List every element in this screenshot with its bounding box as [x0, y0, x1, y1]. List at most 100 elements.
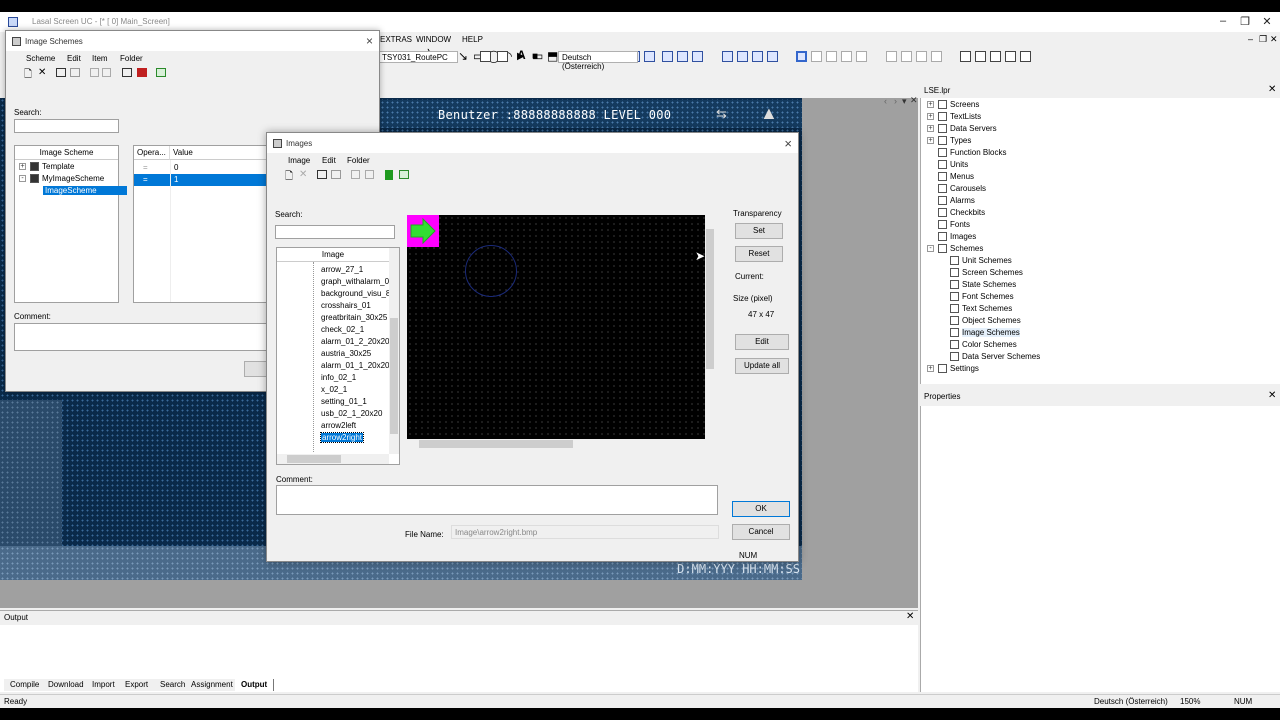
col-value[interactable]: Value — [170, 146, 274, 160]
image-list-item[interactable]: alarm_01_1_20x20 — [321, 361, 390, 373]
bring-front-icon[interactable] — [722, 51, 733, 62]
unlock-group-icon[interactable] — [856, 51, 867, 62]
output-tab-assignment[interactable]: Assignment — [185, 679, 240, 691]
images-list-vthumb[interactable] — [390, 318, 398, 434]
preview-vthumb[interactable] — [706, 229, 714, 369]
mdi-restore-icon[interactable]: ❐ — [1259, 34, 1267, 45]
image-list-item[interactable]: info_02_1 — [321, 373, 356, 385]
images-list-vscroll[interactable] — [389, 248, 399, 454]
same-height-icon[interactable] — [975, 51, 986, 62]
forward-icon[interactable] — [752, 51, 763, 62]
tree-expander-icon[interactable]: + — [927, 365, 934, 373]
same-width-icon[interactable] — [960, 51, 971, 62]
backward-icon[interactable] — [767, 51, 778, 62]
run-icon[interactable]: ▶ — [517, 51, 525, 62]
table-row[interactable]: = 1 — [134, 174, 272, 186]
image-list-item[interactable]: check_02_1 — [321, 325, 364, 337]
same-size-icon[interactable] — [990, 51, 1001, 62]
image-list-item[interactable]: alarm_01_2_20x20 — [321, 337, 390, 349]
images-menu-image[interactable]: Image — [288, 156, 310, 165]
image-list-item[interactable]: greatbritain_30x25 — [321, 313, 387, 325]
scheme-remove-icon[interactable] — [137, 68, 147, 77]
scheme-copy-icon[interactable] — [90, 68, 99, 77]
tree-expander-icon[interactable]: - — [927, 245, 934, 253]
output-tab-export[interactable]: Export — [119, 679, 156, 691]
preview-hscroll[interactable] — [407, 439, 705, 449]
nav-dropdown-icon[interactable]: ▾ — [902, 96, 907, 107]
tree-item-image-schemes[interactable]: Image Schemes — [939, 328, 1020, 340]
images-cancel-button[interactable]: Cancel — [732, 524, 790, 540]
image-edit-button[interactable]: Edit — [735, 334, 789, 350]
align-middle-icon[interactable] — [677, 51, 688, 62]
editor-close-icon[interactable]: ✕ — [910, 95, 918, 106]
images-list-hscroll[interactable] — [277, 454, 389, 464]
project-tree[interactable]: + Screens + TextLists + Data Servers + Types Fun… — [920, 98, 1280, 384]
tree-item-settings[interactable]: + Settings — [927, 364, 979, 376]
scheme-menu-scheme[interactable]: Scheme — [26, 54, 55, 63]
tree-item-unit-schemes[interactable]: Unit Schemes — [939, 256, 1012, 268]
output-panel[interactable]: Output ✕ Compile Download Import Export Sear… — [0, 610, 918, 692]
preview-hthumb[interactable] — [419, 440, 573, 448]
project-tree-tab[interactable]: LSE.lpr — [924, 86, 950, 95]
align-bottom-icon[interactable] — [692, 51, 703, 62]
distribute-v-icon[interactable] — [901, 51, 912, 62]
images-title-bar[interactable]: Images × — [267, 133, 798, 153]
scheme-add-folder-icon[interactable] — [56, 68, 66, 77]
menu-help[interactable]: HELP — [462, 35, 483, 44]
tree-item-function-blocks[interactable]: Function Blocks — [927, 148, 1006, 160]
close-button[interactable]: ✕ — [1260, 15, 1274, 28]
tree-item-checkbits[interactable]: Checkbits — [927, 208, 985, 220]
tree-item-units[interactable]: Units — [927, 160, 968, 172]
output-close-icon[interactable]: ✕ — [906, 611, 914, 622]
images-comment-input[interactable] — [276, 485, 718, 515]
ungroup-icon[interactable] — [811, 51, 822, 62]
scheme-tree[interactable]: Image Scheme + Template - MyImageScheme Imag… — [14, 145, 127, 303]
nav-prev-icon[interactable]: ‹ — [884, 96, 887, 106]
images-window[interactable]: Images × Image Edit Folder 🗋 ✕ Search: I… — [266, 132, 799, 562]
align-top-icon[interactable] — [662, 51, 673, 62]
output-tab-import[interactable]: Import — [86, 679, 122, 691]
scheme-new-icon[interactable]: 🗋 — [24, 67, 32, 84]
tree-expander-icon[interactable]: + — [19, 163, 26, 171]
transparency-set-button[interactable]: Set — [735, 223, 783, 239]
image-list-item[interactable]: usb_02_1_20x20 — [321, 409, 382, 421]
images-import-icon[interactable] — [385, 170, 393, 180]
table-row[interactable]: = 0 — [134, 162, 272, 174]
language-combo[interactable]: Deutsch (Österreich) — [558, 51, 638, 71]
tree-item-fonts[interactable]: Fonts — [927, 220, 970, 232]
output-tab-output[interactable]: Output — [235, 679, 275, 691]
transparency-reset-button[interactable]: Reset — [735, 246, 783, 262]
route-combo[interactable]: TSY031_RoutePC — [378, 51, 458, 63]
tree-item-text-schemes[interactable]: Text Schemes — [939, 304, 1012, 316]
images-close-icon[interactable]: × — [784, 136, 792, 151]
tree-item-carousels[interactable]: Carousels — [927, 184, 986, 196]
output-tab-compile[interactable]: Compile — [4, 679, 47, 691]
tree-expander-icon[interactable]: + — [927, 125, 934, 133]
stop-icon[interactable]: ■ — [532, 51, 538, 62]
image-schemes-title-bar[interactable]: Image Schemes × — [6, 31, 379, 51]
image-list-item[interactable]: background_visu_8 — [321, 289, 390, 301]
image-list-item[interactable]: graph_withalarm_0 — [321, 277, 389, 289]
tree-item-state-schemes[interactable]: State Schemes — [939, 280, 1016, 292]
tree-item-images[interactable]: Images — [927, 232, 976, 244]
distribute-h-icon[interactable] — [886, 51, 897, 62]
minimize-button[interactable]: – — [1216, 15, 1230, 27]
group-icon[interactable] — [796, 51, 807, 62]
regroup-icon[interactable] — [826, 51, 837, 62]
center-h-icon[interactable] — [1005, 51, 1016, 62]
scheme-delete-icon[interactable]: ✕ — [38, 67, 46, 78]
image-list-item[interactable]: arrow2right — [319, 432, 365, 445]
tree-item-object-schemes[interactable]: Object Schemes — [939, 316, 1021, 328]
images-ok-button[interactable]: OK — [732, 501, 790, 517]
scheme-menu-folder[interactable]: Folder — [120, 54, 143, 63]
image-list-item[interactable]: austria_30x25 — [321, 349, 371, 361]
nav-next-icon[interactable]: › — [894, 96, 897, 106]
scheme-search-input[interactable] — [14, 119, 119, 133]
tree-item-textlists[interactable]: + TextLists — [927, 112, 981, 124]
tree-item-font-schemes[interactable]: Font Schemes — [939, 292, 1014, 304]
space-v-icon[interactable] — [931, 51, 942, 62]
mdi-close-icon[interactable]: ✕ — [1270, 34, 1278, 45]
images-list[interactable]: Image arrow_27_1 graph_withalarm_0 backgro… — [276, 247, 400, 465]
images-new-icon[interactable]: 🗋 — [285, 169, 293, 186]
tree-item-screen-schemes[interactable]: Screen Schemes — [939, 268, 1023, 280]
